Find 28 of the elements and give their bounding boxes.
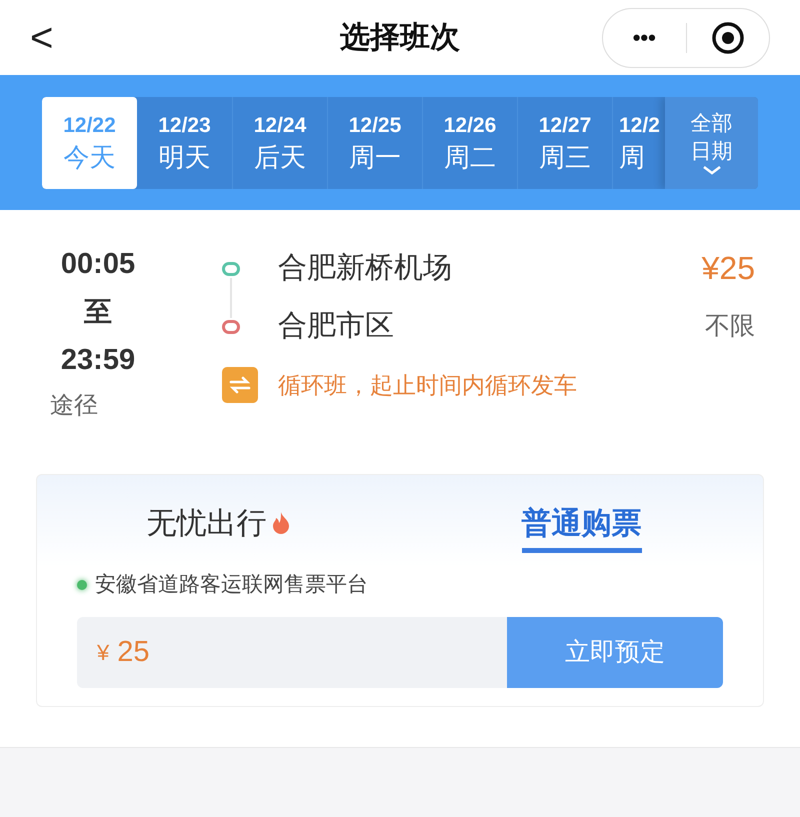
date-tab[interactable]: 12/24 后天 (232, 96, 327, 188)
stop-name: 合肥新桥机场 (278, 251, 452, 286)
date-tab[interactable]: 12/27 周三 (517, 96, 612, 188)
price-amount: 25 (117, 634, 150, 670)
page-title: 选择班次 (340, 20, 460, 56)
stop-name: 合肥市区 (278, 309, 394, 344)
loop-note: 循环班，起止时间内循环发车 (278, 370, 577, 400)
seats-label: 不限 (705, 311, 755, 342)
chevron-down-icon (702, 166, 720, 175)
loop-icon (222, 367, 258, 403)
end-time: 23:59 (60, 343, 136, 378)
date-tab[interactable]: 12/25 周一 (327, 96, 422, 188)
more-button[interactable]: ••• (603, 21, 686, 54)
date-tab[interactable]: 12/22 今天 (42, 96, 137, 188)
currency-symbol: ¥ (97, 639, 110, 667)
back-button[interactable]: < (30, 8, 70, 68)
start-time: 00:05 (60, 247, 136, 282)
target-icon (710, 20, 745, 54)
platform-label: 安徽省道路客运联网售票平台 (95, 572, 368, 598)
booking-tab[interactable]: 普通购票 (522, 492, 642, 552)
book-now-button[interactable]: 立即预定 (507, 617, 723, 688)
booking-tab[interactable]: 无忧出行 (146, 492, 290, 552)
via-label: 途径 (50, 391, 98, 421)
price: ¥25 (702, 249, 755, 288)
to-label: 至 (84, 295, 112, 329)
date-tab[interactable]: 12/26 周二 (422, 96, 517, 188)
all-dates-button[interactable]: 全部 日期 (665, 96, 758, 188)
date-tab[interactable]: 12/23 明天 (137, 96, 232, 188)
